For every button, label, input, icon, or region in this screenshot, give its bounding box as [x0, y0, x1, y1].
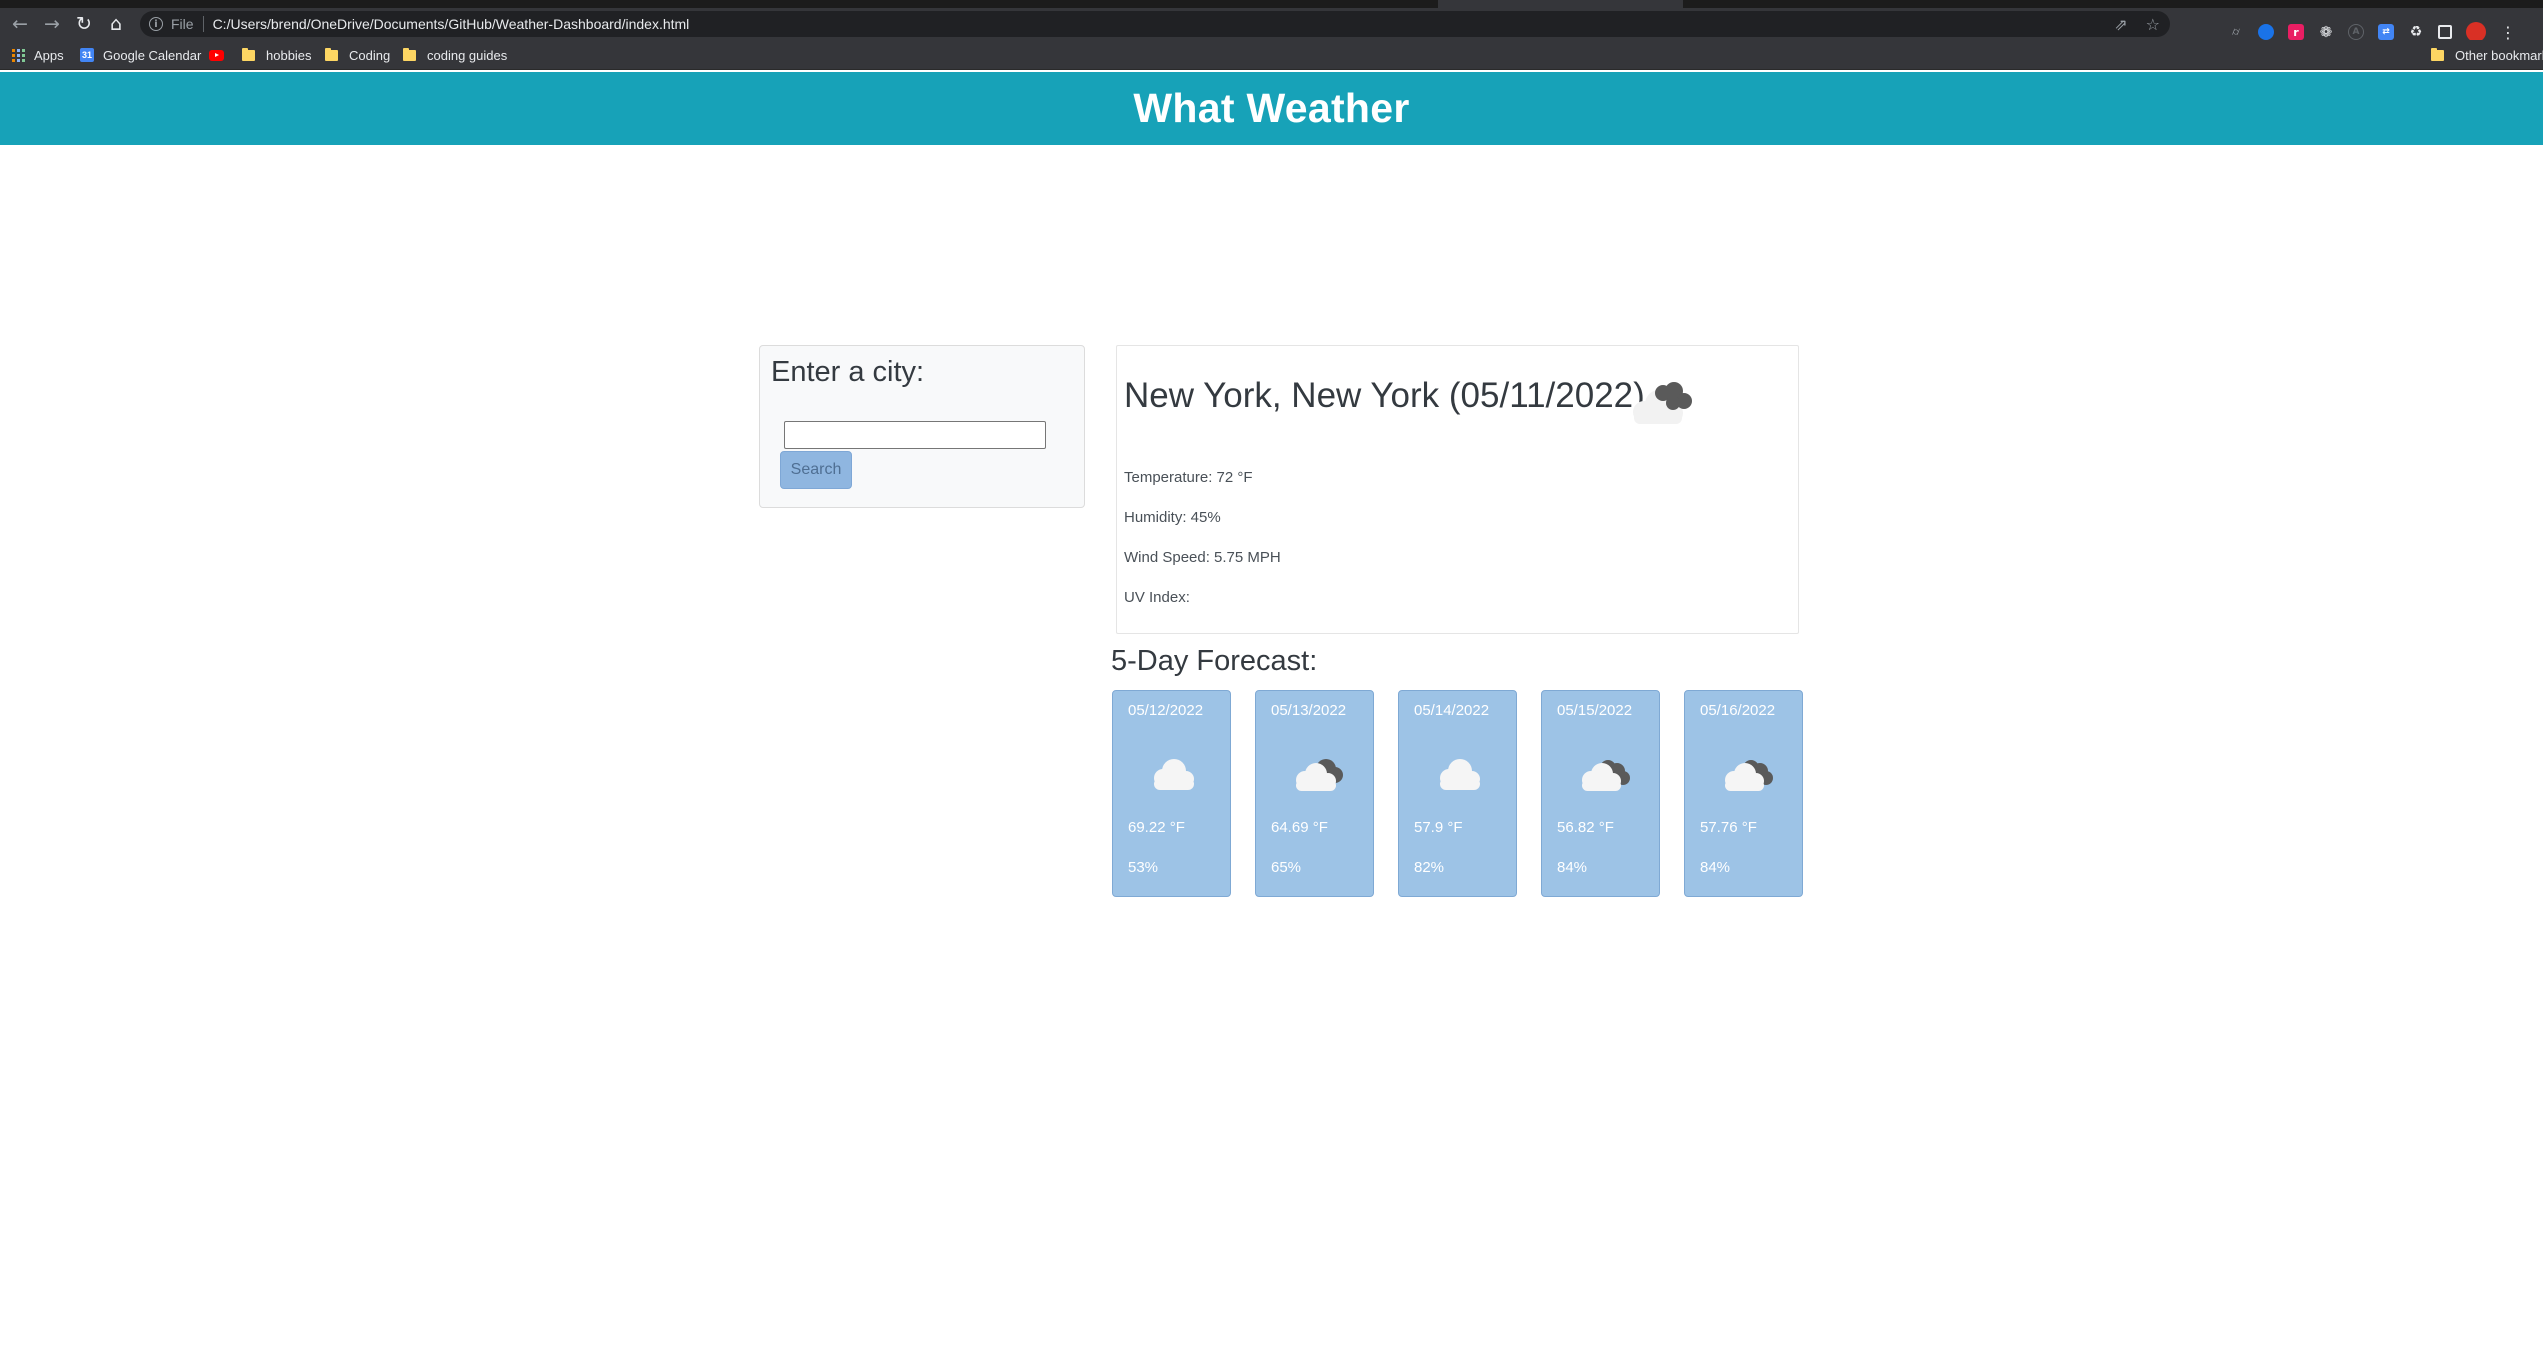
- bookmark-folder-coding[interactable]: Coding: [325, 40, 390, 70]
- forecast-temperature: 57.76 °F: [1700, 819, 1757, 836]
- bookmark-star-icon[interactable]: ☆: [2146, 15, 2160, 34]
- extension-gear-icon[interactable]: ❁: [2318, 23, 2334, 41]
- forecast-card: 05/14/2022 57.9 °F 82%: [1398, 690, 1517, 897]
- forecast-card: 05/13/2022 64.69 °F 65%: [1255, 690, 1374, 897]
- bookmark-label: Google Calendar: [103, 47, 202, 63]
- info-icon[interactable]: i: [149, 17, 163, 31]
- active-tab[interactable]: [1438, 0, 1683, 8]
- forecast-humidity: 84%: [1700, 859, 1731, 876]
- search-heading: Enter a city:: [771, 356, 925, 388]
- current-humidity: Humidity: 45%: [1124, 509, 1221, 526]
- extension-r-icon[interactable]: r: [2288, 24, 2304, 40]
- forecast-card: 05/15/2022 56.82 °F 84%: [1541, 690, 1660, 897]
- calendar-icon: 31: [80, 48, 94, 62]
- browser-toolbar: ← → ↻ ⌂ i File C:/Users/brend/OneDrive/D…: [0, 8, 2543, 42]
- extension-blue-icon[interactable]: [2258, 24, 2274, 40]
- url-separator: [202, 16, 204, 32]
- profile-avatar-icon[interactable]: [2466, 22, 2486, 42]
- forecast-date: 05/12/2022: [1128, 702, 1204, 719]
- reload-icon[interactable]: ↻: [68, 8, 100, 40]
- extension-mute-icon[interactable]: ⌭: [2228, 24, 2244, 40]
- city-search-input[interactable]: [784, 421, 1046, 449]
- forecast-date: 05/16/2022: [1700, 702, 1776, 719]
- folder-icon: [403, 47, 416, 61]
- browser-tab-strip: [0, 0, 2543, 8]
- forecast-temperature: 57.9 °F: [1414, 819, 1463, 836]
- bookmark-label: Other bookmarks: [2455, 47, 2543, 63]
- side-panel-icon[interactable]: [2438, 25, 2452, 39]
- page-title: What Weather: [1133, 85, 1410, 131]
- folder-icon: [242, 47, 255, 61]
- search-panel: Enter a city: Search: [759, 345, 1085, 508]
- bookmark-label: hobbies: [266, 47, 312, 63]
- current-uv-index: UV Index:: [1124, 589, 1190, 606]
- menu-kebab-icon[interactable]: ⋮: [2500, 23, 2516, 42]
- bookmark-label: Coding: [349, 47, 391, 63]
- home-icon[interactable]: ⌂: [100, 8, 132, 40]
- youtube-icon: [209, 49, 224, 61]
- cloud-dark-icon: [1582, 760, 1630, 791]
- cloud-icon: [1440, 759, 1480, 790]
- url-scheme: File: [171, 16, 194, 32]
- extension-a-icon[interactable]: A: [2348, 24, 2364, 40]
- bookmark-label: coding guides: [427, 47, 508, 63]
- forecast-temperature: 56.82 °F: [1557, 819, 1614, 836]
- bookmark-google-calendar[interactable]: 31 Google Calendar: [80, 40, 201, 70]
- share-icon[interactable]: ⇗: [2114, 15, 2127, 34]
- scattered-clouds-icon: [1633, 382, 1692, 424]
- forecast-date: 05/15/2022: [1557, 702, 1633, 719]
- apps-grid-icon: [12, 48, 25, 62]
- forecast-date: 05/14/2022: [1414, 702, 1490, 719]
- folder-icon: [325, 47, 338, 61]
- search-button[interactable]: Search: [780, 451, 852, 489]
- cloud-dark-icon: [1296, 759, 1343, 791]
- page-header: What Weather: [0, 72, 2543, 145]
- current-temperature: Temperature: 72 °F: [1124, 469, 1253, 486]
- forecast-card: 05/12/2022 69.22 °F 53%: [1112, 690, 1231, 897]
- bookmark-folder-coding-guides[interactable]: coding guides: [403, 40, 507, 70]
- cloud-dark-icon: [1725, 760, 1773, 791]
- other-bookmarks[interactable]: Other bookmarks: [2431, 40, 2543, 70]
- forecast-humidity: 65%: [1271, 859, 1302, 876]
- forecast-date: 05/13/2022: [1271, 702, 1347, 719]
- forecast-humidity: 53%: [1128, 859, 1159, 876]
- forecast-card: 05/16/2022 57.76 °F 84%: [1684, 690, 1803, 897]
- current-wind-speed: Wind Speed: 5.75 MPH: [1124, 549, 1281, 566]
- bookmarks-bar: Apps 31 Google Calendar hobbies Coding c…: [0, 40, 2543, 70]
- current-weather-card: New York, New York (05/11/2022) Temperat…: [1116, 345, 1799, 634]
- forecast-humidity: 84%: [1557, 859, 1588, 876]
- address-bar[interactable]: i File C:/Users/brend/OneDrive/Documents…: [140, 11, 2170, 37]
- extensions-puzzle-icon[interactable]: ♻: [2408, 24, 2424, 40]
- bookmark-apps[interactable]: Apps: [12, 40, 64, 70]
- folder-icon: [2431, 47, 2444, 61]
- back-icon[interactable]: ←: [4, 8, 36, 40]
- extension-translate-icon[interactable]: ⇄: [2378, 24, 2394, 40]
- bookmark-youtube[interactable]: [209, 40, 224, 70]
- url-text[interactable]: C:/Users/brend/OneDrive/Documents/GitHub…: [213, 16, 690, 32]
- forecast-humidity: 82%: [1414, 859, 1445, 876]
- current-city-title: New York, New York (05/11/2022): [1124, 376, 1645, 415]
- forecast-temperature: 64.69 °F: [1271, 819, 1328, 836]
- cloud-icon: [1154, 759, 1194, 790]
- bookmark-label: Apps: [34, 47, 64, 63]
- forecast-temperature: 69.22 °F: [1128, 819, 1185, 836]
- forward-icon[interactable]: →: [36, 8, 68, 40]
- forecast-heading: 5-Day Forecast:: [1111, 645, 1318, 677]
- bookmark-folder-hobbies[interactable]: hobbies: [242, 40, 312, 70]
